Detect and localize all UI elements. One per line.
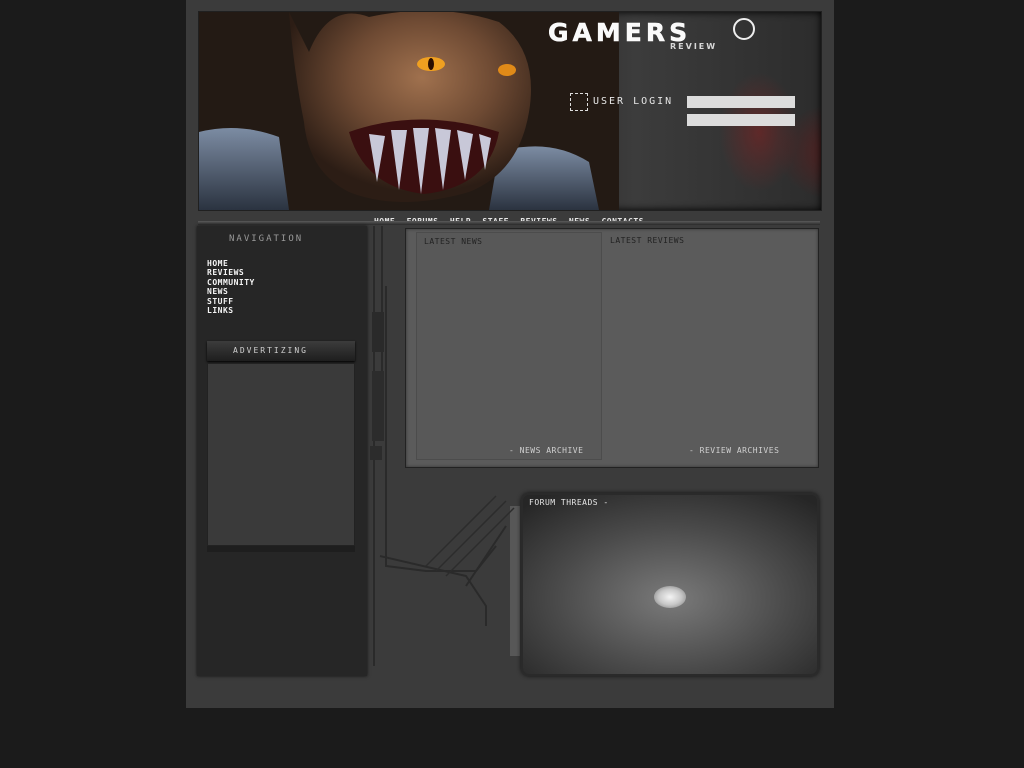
news-archive-link[interactable]: - NEWS ARCHIVE bbox=[509, 446, 583, 455]
logo-subtitle: REVIEW bbox=[670, 42, 718, 51]
latest-news-panel bbox=[416, 232, 602, 460]
red-light bbox=[719, 72, 799, 192]
logo-mark-icon bbox=[733, 18, 755, 40]
forum-threads-panel bbox=[521, 493, 819, 676]
review-archives-link[interactable]: - REVIEW ARCHIVES bbox=[689, 446, 779, 455]
header-banner bbox=[198, 11, 822, 211]
sidebar-link-community[interactable]: COMMUNITY bbox=[207, 278, 255, 287]
advertising-footer bbox=[207, 546, 355, 552]
user-login-icon bbox=[570, 93, 588, 111]
password-field[interactable] bbox=[687, 114, 795, 126]
username-field[interactable] bbox=[687, 96, 795, 108]
sidebar-link-news[interactable]: NEWS bbox=[207, 287, 228, 296]
top-navigation: HOME-FORUMS-HELP-STAFF-REVIEWS-NEWS-CONT… bbox=[198, 209, 820, 226]
sidebar-link-links[interactable]: LINKS bbox=[207, 306, 234, 315]
advertising-box[interactable] bbox=[207, 363, 355, 546]
latest-news-heading: LATEST NEWS bbox=[424, 237, 483, 246]
navigation-heading: NAVIGATION bbox=[229, 234, 304, 244]
sidebar-link-reviews[interactable]: REVIEWS bbox=[207, 268, 244, 277]
nav-divider bbox=[198, 221, 820, 225]
latest-reviews-heading: LATEST REVIEWS bbox=[610, 236, 685, 245]
sidebar-link-home[interactable]: HOME bbox=[207, 259, 228, 268]
user-login-label: USER LOGIN bbox=[593, 96, 674, 107]
advertising-title: ADVERTIZING bbox=[233, 346, 308, 355]
forum-threads-heading: FORUM THREADS - bbox=[529, 498, 609, 507]
sidebar-link-stuff[interactable]: STUFF bbox=[207, 297, 234, 306]
forum-glow-light bbox=[654, 586, 686, 608]
